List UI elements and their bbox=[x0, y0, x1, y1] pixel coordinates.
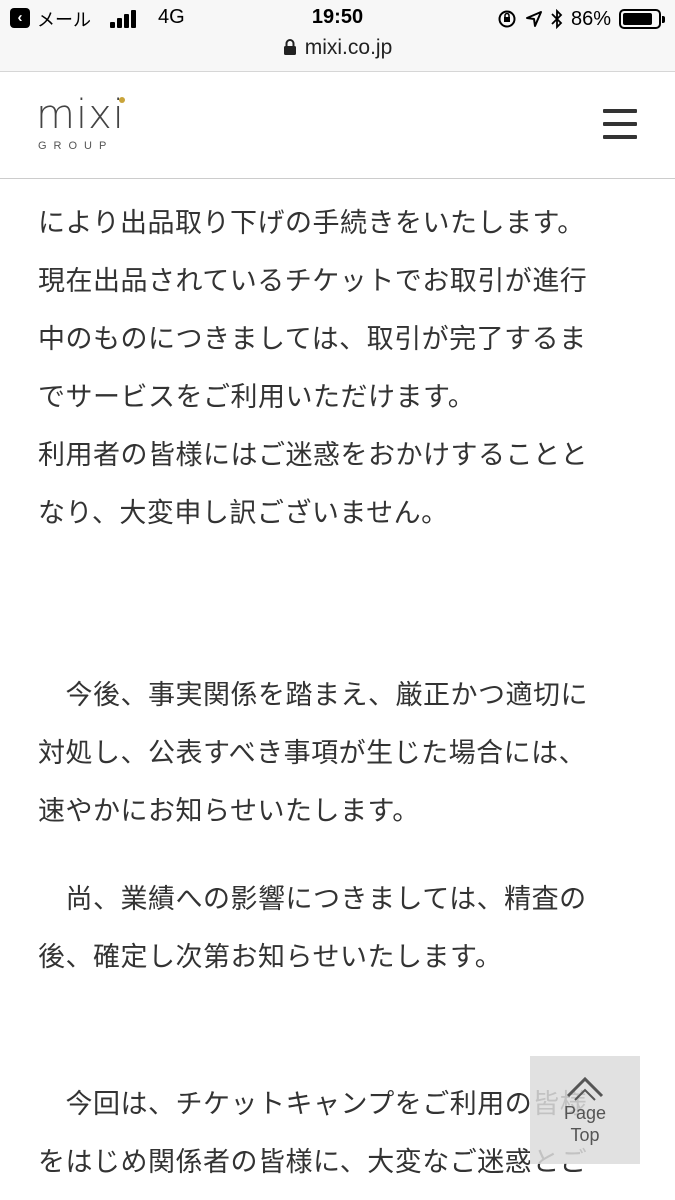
status-bar: ‹ メール 4G 19:50 86% mixi.co.jp bbox=[0, 0, 675, 72]
location-arrow-icon bbox=[525, 11, 542, 27]
battery-percent: 86% bbox=[570, 7, 611, 30]
url-text: mixi.co.jp bbox=[304, 36, 393, 59]
orientation-lock-icon bbox=[498, 10, 516, 28]
logo-wordmark: mixi bbox=[36, 92, 125, 138]
mixi-group-logo[interactable]: mixi GROUP bbox=[36, 95, 146, 155]
lock-icon bbox=[283, 39, 296, 55]
logo-subtitle: GROUP bbox=[38, 140, 114, 152]
logo-accent-dot bbox=[119, 97, 125, 103]
page-top-label: Page Top bbox=[563, 1103, 607, 1145]
bluetooth-icon bbox=[551, 9, 563, 29]
article-paragraph: 尚、業績への影響につきましては、精査の 後、確定し次第お知らせいたします。 bbox=[38, 884, 587, 973]
site-header: mixi GROUP bbox=[0, 73, 675, 179]
article-paragraph: により出品取り下げの手続きをいたします。 現在出品されているチケットでお取引が進… bbox=[38, 208, 588, 529]
article-paragraph: 今後、事実関係を踏まえ、厳正かつ適切に 対処し、公表すべき事項が生じた場合には、… bbox=[38, 680, 588, 827]
address-bar[interactable]: mixi.co.jp bbox=[0, 36, 675, 60]
page-top-button[interactable]: Page Top bbox=[530, 1056, 640, 1164]
battery-icon bbox=[619, 9, 665, 29]
hamburger-menu-icon[interactable] bbox=[603, 109, 637, 139]
chevron-up-icon bbox=[566, 1076, 604, 1101]
